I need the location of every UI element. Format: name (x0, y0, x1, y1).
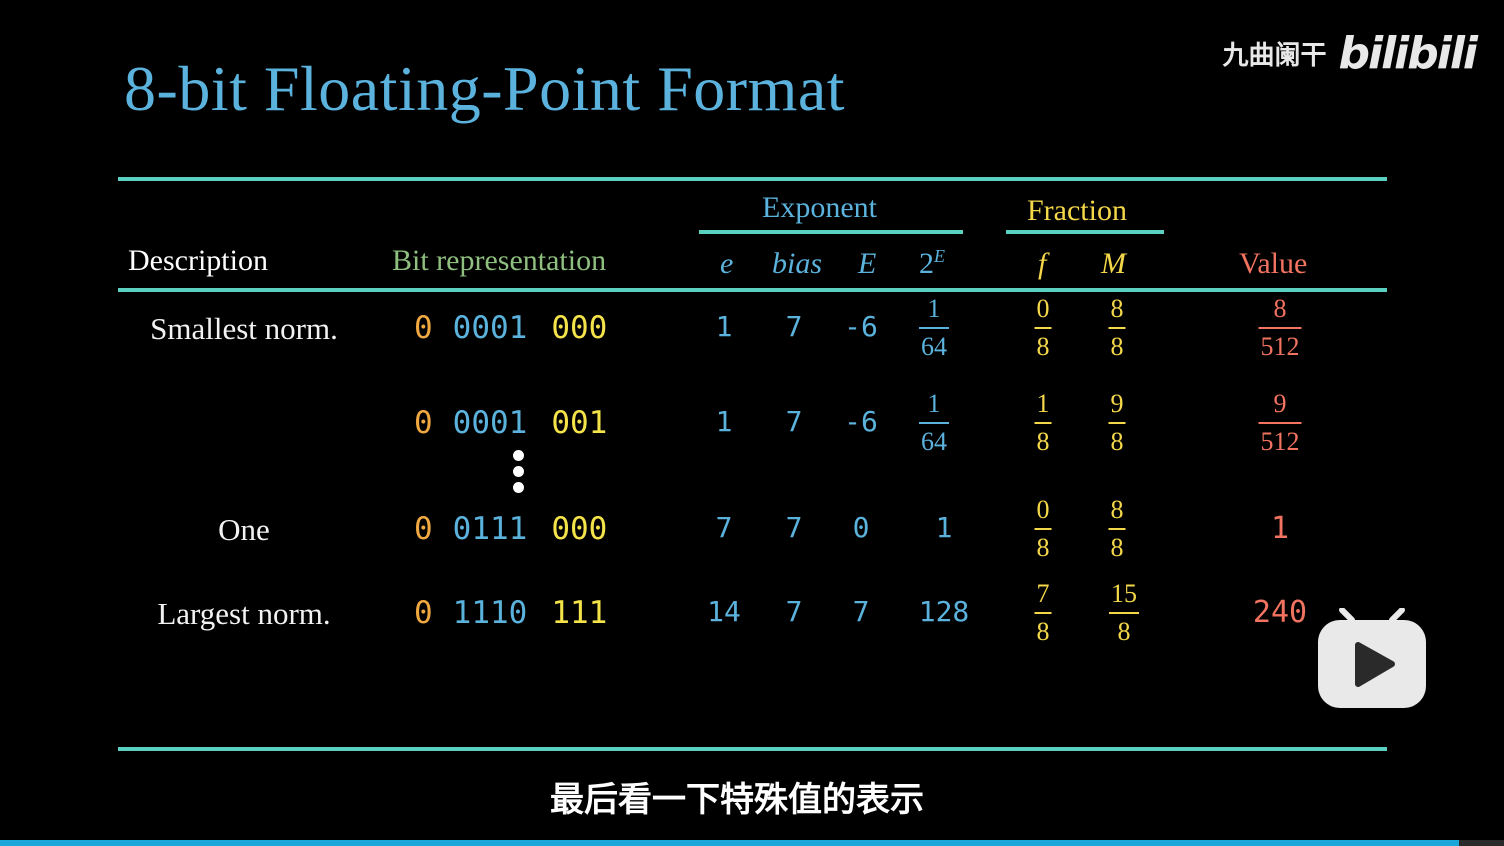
f-value: 08 (1034, 495, 1052, 562)
table-header-rule (118, 288, 1387, 292)
exponent-bits: 0001 (452, 405, 528, 441)
E-value: 7 (852, 595, 870, 628)
f-value-numerator: 7 (1036, 579, 1050, 608)
two-pow-E-header: 2E (919, 246, 945, 281)
table-top-rule (118, 177, 1387, 181)
two-pow-E-value-denominator: 64 (921, 427, 947, 456)
row-description: Largest norm. (157, 596, 331, 631)
value-cell: 8 512 (1258, 294, 1302, 361)
f-value: 08 (1034, 294, 1052, 361)
play-icon (1318, 607, 1426, 708)
row-description: One (218, 512, 270, 547)
e-header: e (720, 247, 734, 280)
channel-watermark: 九曲阑干 bilibili (1222, 28, 1479, 79)
f-value-numerator: 0 (1036, 495, 1050, 524)
video-subtitle: 最后看一下特殊值的表示 (550, 780, 924, 820)
f-value-denominator: 8 (1036, 533, 1050, 562)
M-value: 15 8 (1109, 581, 1139, 645)
M-value-numerator: 8 (1110, 495, 1124, 524)
bias-header: bias (772, 247, 823, 280)
f-header: f (1038, 247, 1047, 280)
exponent-bits: 1110 (452, 595, 528, 631)
M-value: 88 (1108, 294, 1126, 361)
bit-representation: 0 0111 000 (414, 514, 607, 545)
M-value-denominator: 8 (1117, 617, 1131, 646)
M-value-denominator: 8 (1110, 427, 1124, 456)
e-value: 7 (715, 511, 733, 544)
channel-name: 九曲阑干 (1222, 41, 1327, 71)
M-value: 98 (1108, 389, 1126, 456)
bias-value: 7 (785, 511, 803, 544)
slide-title: 8-bit Floating-Point Format (124, 53, 846, 124)
M-value-numerator: 9 (1110, 389, 1124, 418)
bit-representation: 0 1110 111 (414, 598, 607, 629)
M-value-denominator: 8 (1110, 332, 1124, 361)
description-header: Description (128, 244, 268, 277)
fraction-group-rule (1006, 230, 1164, 234)
e-value: 1 (715, 310, 733, 343)
M-header: M (1101, 247, 1126, 280)
video-progress-fill (0, 840, 1459, 846)
bias-value: 7 (785, 310, 803, 343)
sign-bit: 0 (414, 595, 433, 631)
M-value-denominator: 8 (1110, 533, 1124, 562)
E-header: E (858, 247, 877, 280)
fraction-bits: 111 (551, 595, 608, 631)
two-pow-E-value-denominator: 64 (921, 332, 947, 361)
two-base: 2 (919, 247, 934, 280)
video-progress-bar[interactable] (0, 840, 1504, 846)
two-pow-E-value: 128 (918, 595, 970, 628)
e-value: 1 (715, 405, 733, 438)
e-value: 14 (707, 595, 741, 628)
E-value: 0 (852, 511, 870, 544)
table-bottom-rule (118, 747, 1387, 751)
f-value-denominator: 8 (1036, 617, 1050, 646)
ellipsis-vertical-icon (513, 450, 525, 498)
f-value-numerator: 1 (1036, 389, 1050, 418)
bias-value: 7 (785, 405, 803, 438)
fraction-bits: 000 (551, 310, 608, 346)
exponent-bits: 0111 (452, 511, 528, 547)
bit-representation: 0 0001 001 (414, 408, 607, 439)
bit-representation-header: Bit representation (392, 244, 607, 277)
value-cell-denominator: 512 (1260, 427, 1300, 456)
play-button[interactable] (1318, 607, 1426, 708)
fraction-group-header: Fraction (1027, 194, 1127, 227)
sign-bit: 0 (414, 511, 433, 547)
f-value: 78 (1034, 579, 1052, 646)
value-cell: 240 (1252, 595, 1308, 630)
M-value: 88 (1108, 495, 1126, 562)
bit-representation: 0 0001 000 (414, 313, 607, 344)
fraction-bits: 000 (551, 511, 608, 547)
f-value: 18 (1034, 389, 1052, 456)
bias-value: 7 (785, 595, 803, 628)
two-pow-E-value: 1 (935, 511, 953, 544)
E-value: -6 (844, 405, 878, 438)
exponent-group-header: Exponent (762, 191, 877, 224)
f-value-denominator: 8 (1036, 332, 1050, 361)
exponent-bits: 0001 (452, 310, 528, 346)
exponent-group-rule (699, 230, 963, 234)
two-pow-E-value: 1 64 (919, 296, 949, 360)
f-value-numerator: 0 (1036, 294, 1050, 323)
value-cell: 1 (1270, 511, 1290, 546)
two-pow-E-value-numerator: 1 (927, 389, 941, 418)
value-cell-numerator: 9 (1273, 389, 1287, 418)
M-value-numerator: 15 (1111, 579, 1137, 608)
sign-bit: 0 (414, 310, 433, 346)
sign-bit: 0 (414, 405, 433, 441)
E-value: -6 (844, 310, 878, 343)
row-description: Smallest norm. (150, 311, 338, 346)
fraction-bits: 001 (551, 405, 608, 441)
f-value-denominator: 8 (1036, 427, 1050, 456)
value-cell: 9 512 (1258, 389, 1302, 456)
M-value-numerator: 8 (1110, 294, 1124, 323)
two-pow-E-value-numerator: 1 (927, 294, 941, 323)
bilibili-logo: bilibili (1338, 28, 1478, 79)
two-pow-E-value: 1 64 (919, 391, 949, 455)
value-cell-numerator: 8 (1273, 294, 1287, 323)
value-cell-denominator: 512 (1260, 332, 1300, 361)
two-exponent: E (934, 246, 945, 266)
value-header: Value (1239, 247, 1308, 280)
